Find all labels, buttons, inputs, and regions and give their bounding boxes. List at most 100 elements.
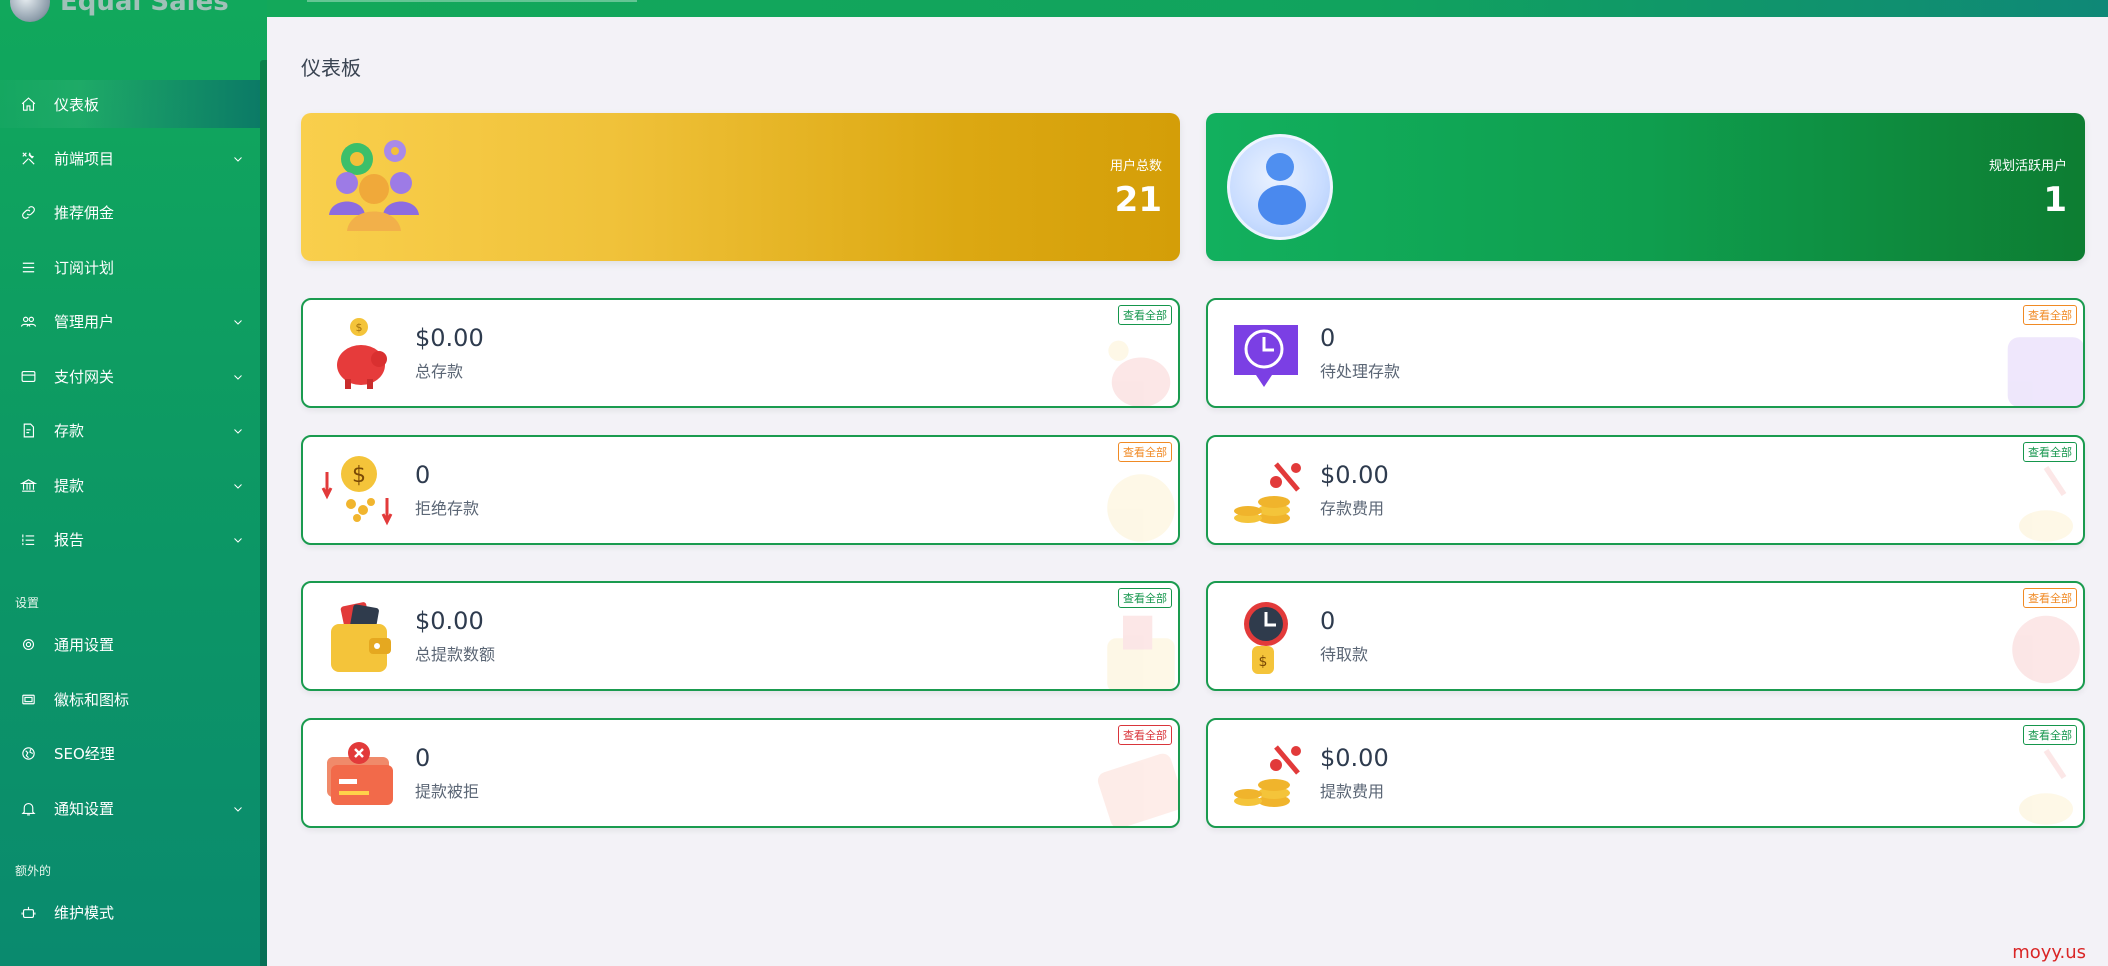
view-all-button[interactable]: 查看全部 xyxy=(2023,442,2077,462)
card-icon xyxy=(18,366,38,386)
tools-icon xyxy=(18,148,38,168)
image-icon xyxy=(18,689,38,709)
watermark: moyy.us xyxy=(2012,942,2086,963)
info-label: 待处理存款 xyxy=(1320,362,1401,381)
info-label: 总存款 xyxy=(415,362,464,381)
home-icon xyxy=(18,94,38,114)
user-avatar-icon xyxy=(1227,134,1333,240)
stat-label: 规划活跃用户 xyxy=(1988,159,2067,174)
view-all-button[interactable]: 查看全部 xyxy=(1118,305,1172,325)
view-all-button[interactable]: 查看全部 xyxy=(2023,588,2077,608)
sidebar-item-label: 仪表板 xyxy=(54,95,100,114)
info-label: 待取款 xyxy=(1320,645,1369,664)
sidebar-item-label: 存款 xyxy=(54,421,85,440)
info-value: $0.00 xyxy=(415,324,484,352)
settings-icon xyxy=(18,634,38,654)
chevron-down-icon xyxy=(232,151,246,165)
sidebar-item-notifications[interactable]: 通知设置 xyxy=(0,784,260,832)
wallet-icon xyxy=(331,602,391,672)
sidebar: Equal Sales 仪表板 前端项目 推荐佣金 订阅计划 管理用户 支付网关… xyxy=(0,0,267,966)
top-header xyxy=(267,0,2108,17)
stat-value: 1 xyxy=(2043,180,2067,220)
info-value: $0.00 xyxy=(415,607,484,635)
list-icon xyxy=(18,529,38,549)
info-card-deposit-fees[interactable]: $0.00 存款费用 查看全部 xyxy=(1206,435,2085,545)
piggy-bank-icon: $ xyxy=(337,318,387,389)
sidebar-item-label: 报告 xyxy=(54,530,85,549)
view-all-button[interactable]: 查看全部 xyxy=(1118,725,1172,745)
chevron-down-icon xyxy=(232,369,246,383)
sidebar-item-frontend[interactable]: 前端项目 xyxy=(0,134,260,182)
sidebar-item-plans[interactable]: 订阅计划 xyxy=(0,243,260,291)
sidebar-item-referral[interactable]: 推荐佣金 xyxy=(0,188,260,236)
sidebar-item-dashboard[interactable]: 仪表板 xyxy=(0,80,260,128)
deposit-icon xyxy=(18,420,38,440)
menu-icon xyxy=(18,257,38,277)
sidebar-item-reports[interactable]: 报告 xyxy=(0,515,260,563)
sidebar-item-seo[interactable]: SEO经理 xyxy=(0,729,260,777)
users-icon xyxy=(18,311,38,331)
sidebar-item-label: 通知设置 xyxy=(54,799,115,818)
app-logo[interactable]: Equal Sales xyxy=(10,0,229,22)
sidebar-item-label: 维护模式 xyxy=(54,903,115,922)
chevron-down-icon xyxy=(232,801,246,815)
info-card-pending-deposits[interactable]: 0 待处理存款 查看全部 xyxy=(1206,298,2085,408)
svg-text:$: $ xyxy=(352,463,366,488)
info-card-rejected-withdrawals[interactable]: 0 提款被拒 查看全部 xyxy=(301,718,1180,828)
link-icon xyxy=(18,202,38,222)
card-rejected-icon xyxy=(327,742,393,805)
sidebar-item-users[interactable]: 管理用户 xyxy=(0,297,260,345)
view-all-button[interactable]: 查看全部 xyxy=(1118,588,1172,608)
sidebar-item-label: 支付网关 xyxy=(54,367,115,386)
sidebar-item-logo-icons[interactable]: 徽标和图标 xyxy=(0,675,260,723)
bell-icon xyxy=(18,798,38,818)
info-label: 拒绝存款 xyxy=(415,499,480,518)
info-label: 提款费用 xyxy=(1320,782,1385,801)
view-all-button[interactable]: 查看全部 xyxy=(2023,725,2077,745)
coins-down-icon xyxy=(1107,474,1175,542)
info-label: 总提款数额 xyxy=(415,645,496,664)
info-value: 0 xyxy=(415,461,431,489)
bank-icon xyxy=(18,475,38,495)
card-rejected-icon xyxy=(1097,753,1178,826)
info-label: 存款费用 xyxy=(1320,499,1385,518)
chevron-down-icon xyxy=(232,478,246,492)
sidebar-item-maintenance[interactable]: 维护模式 xyxy=(0,888,260,936)
stat-label: 用户总数 xyxy=(1109,159,1162,174)
globe-icon xyxy=(18,743,38,763)
coins-down-icon: $ xyxy=(321,456,393,526)
info-card-withdrawal-fees[interactable]: $0.00 提款费用 查看全部 xyxy=(1206,718,2085,828)
info-label: 提款被拒 xyxy=(415,782,480,801)
sidebar-item-general-settings[interactable]: 通用设置 xyxy=(0,620,260,668)
sidebar-item-label: 订阅计划 xyxy=(54,258,115,277)
stat-card-total-users: 用户总数 21 xyxy=(301,113,1180,261)
sidebar-item-label: 推荐佣金 xyxy=(54,203,115,222)
info-card-pending-withdrawals[interactable]: $ 0 待取款 查看全部 xyxy=(1206,581,2085,691)
sidebar-item-label: 徽标和图标 xyxy=(54,690,130,709)
view-all-button[interactable]: 查看全部 xyxy=(1118,442,1172,462)
view-all-button[interactable]: 查看全部 xyxy=(2023,305,2077,325)
chevron-down-icon xyxy=(232,314,246,328)
info-card-rejected-deposits[interactable]: $ 0 拒绝存款 查看全部 xyxy=(301,435,1180,545)
page-title: 仪表板 xyxy=(301,56,361,80)
stat-value: 21 xyxy=(1114,180,1162,220)
wallet-icon xyxy=(1107,615,1175,689)
sidebar-item-deposits[interactable]: 存款 xyxy=(0,406,260,454)
coins-percent-icon xyxy=(2019,465,2073,542)
clock-icon xyxy=(1234,325,1298,387)
info-value: $0.00 xyxy=(1320,744,1389,772)
sidebar-item-withdrawals[interactable]: 提款 xyxy=(0,461,260,509)
piggy-bank-icon xyxy=(1108,340,1171,406)
sidebar-scrollbar[interactable] xyxy=(260,60,267,966)
info-value: 0 xyxy=(1320,607,1336,635)
info-value: 0 xyxy=(415,744,431,772)
info-value: 0 xyxy=(1320,324,1336,352)
info-card-total-deposits[interactable]: $ $0.00 总存款 查看全部 xyxy=(301,298,1180,408)
chevron-down-icon xyxy=(232,423,246,437)
coins-percent-icon xyxy=(2019,748,2073,825)
info-card-total-withdrawals[interactable]: $0.00 总提款数额 查看全部 xyxy=(301,581,1180,691)
clock-icon xyxy=(2007,337,2083,406)
sidebar-item-gateways[interactable]: 支付网关 xyxy=(0,352,260,400)
sidebar-item-label: 提款 xyxy=(54,476,85,495)
search-input[interactable] xyxy=(307,0,637,2)
